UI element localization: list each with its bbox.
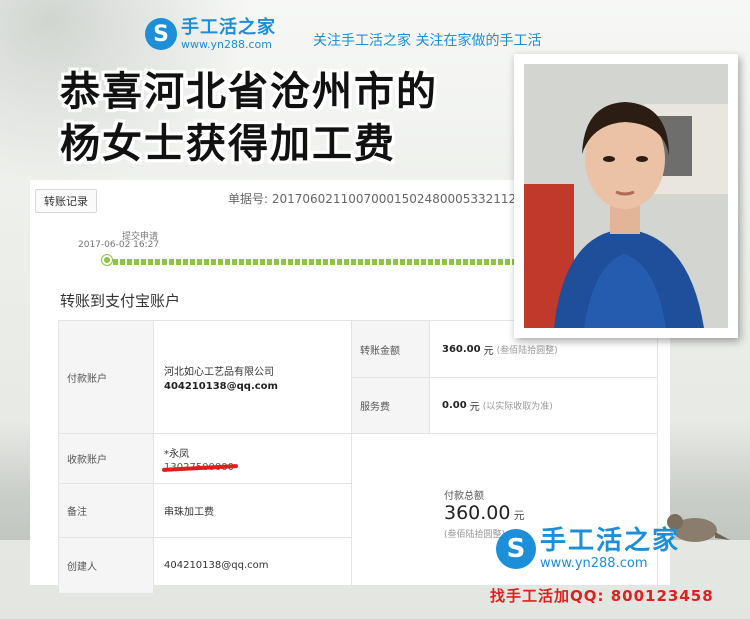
payer-cell: 河北如心工艺品有限公司 404210138@qq.com xyxy=(153,320,352,434)
amount-unit: 元 xyxy=(483,345,494,357)
fee-value-row: 0.00 元 (以实际收取为准) xyxy=(430,378,657,433)
portrait-illustration xyxy=(524,64,728,328)
headline-line-1: 恭喜河北省沧州市的 xyxy=(60,69,438,115)
table-row: 收款账户 *永凤 13027500000 付款总额 360.00 元 (叁佰陆拾… xyxy=(58,433,658,594)
progress-step-time: 2017-06-02 16:27 xyxy=(78,240,160,250)
payee-label: 收款账户 xyxy=(58,433,154,484)
total-unit: 元 xyxy=(513,509,525,522)
amount-label: 转账金额 xyxy=(352,321,429,378)
payee-account-wrap: 13027500000 xyxy=(161,462,239,473)
slogan: 关注手工活之家 关注在家做的手工活 xyxy=(313,33,542,49)
total-value: 360.00 xyxy=(444,502,511,524)
payer-company: 河北如心工艺品有限公司 xyxy=(164,366,274,378)
qq-contact: 找手工活加QQ: 800123458 xyxy=(490,587,714,605)
amount-fee-labels: 转账金额 服务费 xyxy=(351,320,430,434)
watermark-url: www.yn288.com xyxy=(540,556,648,571)
payee-name: *永凤 xyxy=(164,448,189,460)
total-amount-row: 360.00 元 xyxy=(444,502,656,524)
portrait-photo xyxy=(524,64,728,328)
logo-url: www.yn288.com xyxy=(181,37,272,51)
fee-value: 0.00 xyxy=(442,400,467,411)
total-label: 付款总额 xyxy=(444,491,484,502)
payee-cell: *永凤 13027500000 xyxy=(153,433,352,484)
creator-label: 创建人 xyxy=(58,537,154,594)
logo-name: 手工活之家 xyxy=(181,16,276,38)
amount-value: 360.00 xyxy=(442,343,481,355)
payer-email: 404210138@qq.com xyxy=(164,380,278,392)
watermark-name: 手工活之家 xyxy=(540,526,681,556)
fee-label: 服务费 xyxy=(360,402,390,413)
section-title: 转账到支付宝账户 xyxy=(60,292,181,310)
fee-note: (以实际收取为准) xyxy=(482,402,553,412)
headline-line-2: 杨女士获得加工费 xyxy=(60,121,396,167)
watermark-s-icon: S xyxy=(496,529,536,569)
brand-logo: S 手工活之家 www.yn288.com xyxy=(145,18,276,50)
photo-frame xyxy=(514,54,738,338)
fee-unit: 元 xyxy=(469,402,480,413)
progress-bar xyxy=(106,259,516,265)
remark-value: 串珠加工费 xyxy=(153,483,352,538)
amount-words: (叁佰陆拾圆整) xyxy=(496,345,558,356)
tab-transfer-records[interactable]: 转账记录 xyxy=(35,189,97,213)
remark-label: 备注 xyxy=(58,483,154,538)
logo-s-icon: S xyxy=(145,18,177,50)
payer-label: 付款账户 xyxy=(58,320,154,434)
watermark-logo: S 手工活之家 www.yn288.com xyxy=(496,528,680,570)
creator-value: 404210138@qq.com xyxy=(153,537,352,594)
progress-dot-icon xyxy=(102,255,112,265)
order-number: 单据号: 20170602110070001502480005332112 xyxy=(228,192,517,206)
